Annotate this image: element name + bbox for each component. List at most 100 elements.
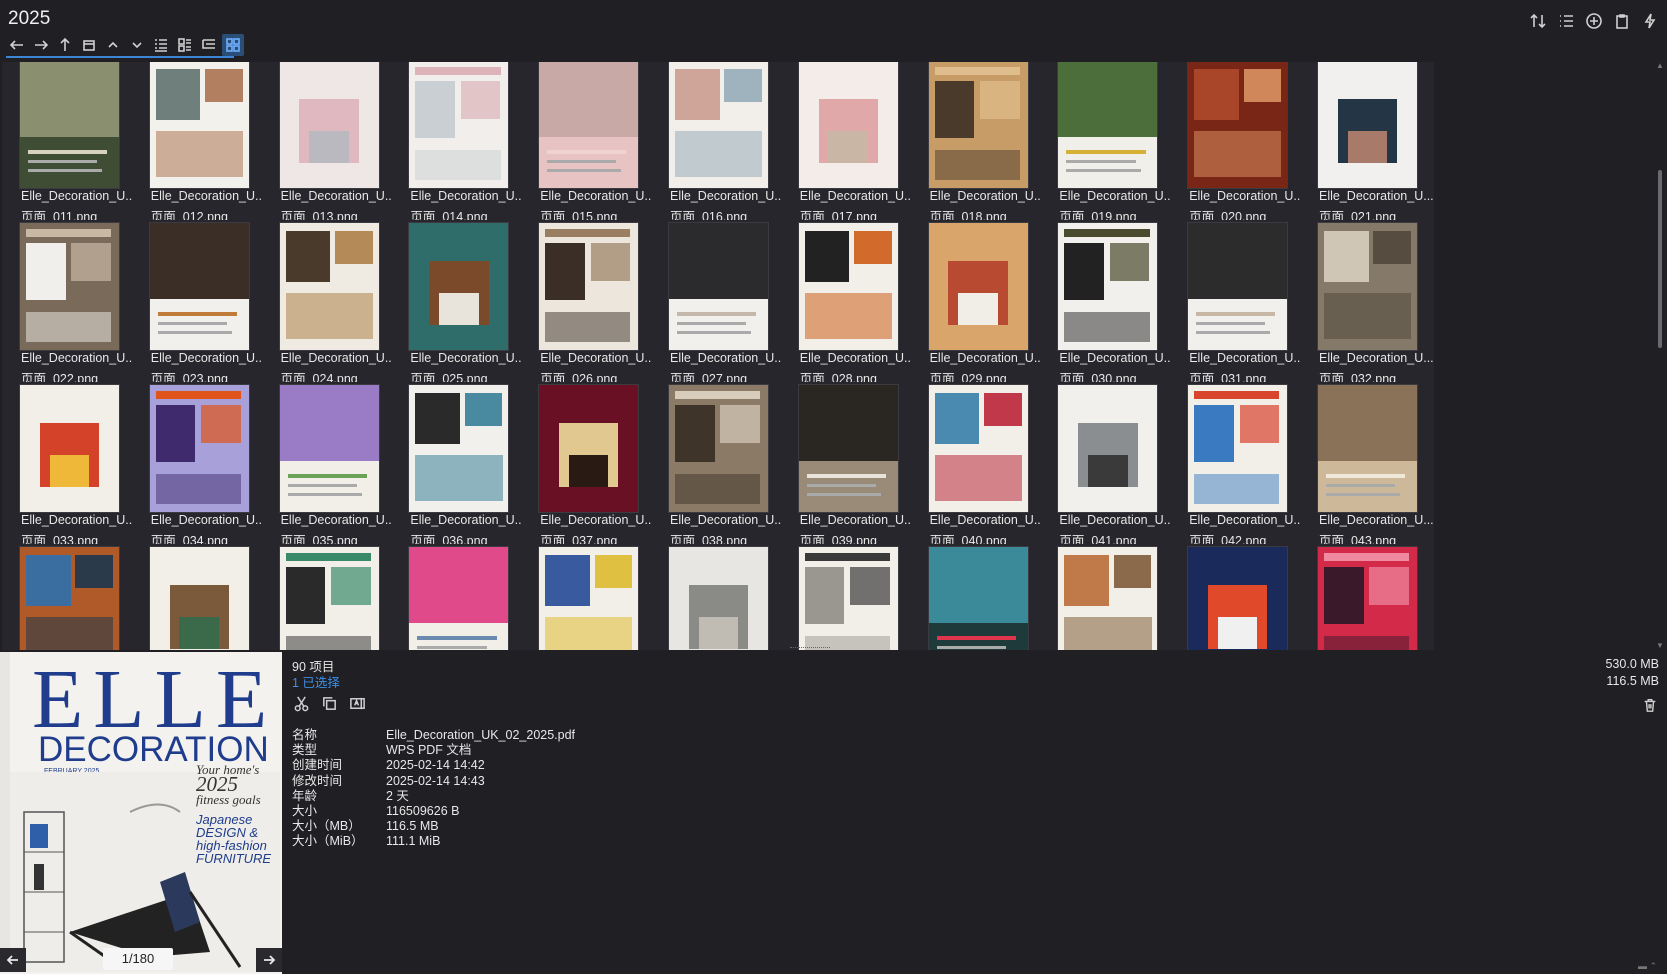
property-row: 修改时间 2025-02-14 14:43 xyxy=(292,774,575,789)
scroll-up-icon[interactable]: ▲ xyxy=(1656,62,1664,70)
file-thumbnail xyxy=(19,384,120,513)
property-label: 修改时间 xyxy=(292,773,343,788)
back-arrow-icon[interactable] xyxy=(6,34,28,56)
file-tile[interactable] xyxy=(1170,544,1305,650)
property-row: 年龄 2 天 xyxy=(292,789,575,804)
property-row: 大小（MiB） 111.1 MiB xyxy=(292,834,575,849)
file-tile[interactable]: Elle_Decoration_U... 页面_031.png xyxy=(1170,220,1305,386)
file-tile[interactable] xyxy=(261,544,396,650)
file-tile[interactable]: Elle_Decoration_U... 页面_015.png xyxy=(521,62,656,224)
file-tile[interactable]: Elle_Decoration_U... 页面_037.png xyxy=(521,382,656,548)
file-tile[interactable]: Elle_Decoration_U... 页面_021.png xyxy=(1300,62,1434,224)
file-tile[interactable]: Elle_Decoration_U... 页面_022.png xyxy=(2,220,136,386)
cut-icon[interactable] xyxy=(290,692,312,714)
file-tile[interactable] xyxy=(1300,544,1434,650)
file-tile[interactable]: Elle_Decoration_U... 页面_012.png xyxy=(131,62,266,224)
file-name: Elle_Decoration_U... xyxy=(1319,513,1434,527)
file-tile[interactable]: Elle_Decoration_U... 页面_041.png xyxy=(1040,382,1175,548)
grid-scrollbar[interactable]: ▲ ▼ xyxy=(1656,62,1664,650)
property-value: 2 天 xyxy=(386,788,409,803)
chevron-up-icon[interactable] xyxy=(102,34,124,56)
grid-view-icon[interactable] xyxy=(222,34,244,56)
file-tile[interactable]: Elle_Decoration_U... 页面_016.png xyxy=(651,62,785,224)
navigation-toolbar xyxy=(6,34,244,56)
file-tile[interactable] xyxy=(521,544,656,650)
file-tile[interactable]: Elle_Decoration_U... 页面_038.png xyxy=(651,382,785,548)
tree-view-icon[interactable] xyxy=(198,34,220,56)
file-tile[interactable]: Elle_Decoration_U... 页面_011.png xyxy=(2,62,136,224)
add-circle-icon[interactable] xyxy=(1583,10,1605,32)
file-tile[interactable] xyxy=(391,544,526,650)
file-tile[interactable] xyxy=(131,544,266,650)
file-thumbnail xyxy=(927,384,1029,513)
file-tile[interactable]: Elle_Decoration_U... 页面_032.png xyxy=(1300,220,1434,386)
file-name: Elle_Decoration_U... xyxy=(1189,189,1304,203)
file-thumbnail xyxy=(1057,62,1159,189)
file-tile[interactable]: Elle_Decoration_U... 页面_013.png xyxy=(261,62,396,224)
file-thumbnail xyxy=(19,546,120,650)
file-preview[interactable]: ELLE DECORATION FEBRUARY 2025 Your home'… xyxy=(0,652,282,974)
scrollbar-thumb[interactable] xyxy=(1658,170,1662,348)
file-tile[interactable]: Elle_Decoration_U... 页面_043.png xyxy=(1300,382,1434,548)
file-tile[interactable]: Elle_Decoration_U... 页面_017.png xyxy=(780,62,915,224)
trash-icon[interactable] xyxy=(1639,694,1661,716)
file-thumbnail xyxy=(668,384,769,513)
list-view-icon[interactable] xyxy=(150,34,172,56)
file-tile[interactable]: Elle_Decoration_U... 页面_020.png xyxy=(1170,62,1305,224)
file-tile[interactable]: Elle_Decoration_U... 页面_014.png xyxy=(391,62,526,224)
info-panel: 90 项目 1 已选择 530.0 MB 116.5 MB 名称 Elle_Dec… xyxy=(282,652,1667,974)
file-tile[interactable] xyxy=(1040,544,1175,650)
scroll-down-icon[interactable]: ▼ xyxy=(1656,642,1664,650)
file-tile[interactable] xyxy=(780,544,915,650)
file-tile[interactable]: Elle_Decoration_U... 页面_033.png xyxy=(2,382,136,548)
file-name: Elle_Decoration_U... xyxy=(280,189,396,203)
file-tile[interactable]: Elle_Decoration_U... 页面_025.png xyxy=(391,220,526,386)
quick-action-icon[interactable] xyxy=(1639,10,1661,32)
list-icon[interactable] xyxy=(1555,10,1577,32)
property-value: 2025-02-14 14:43 xyxy=(386,773,485,788)
copy-icon[interactable] xyxy=(318,692,340,714)
file-thumbnail xyxy=(408,222,510,351)
property-label: 大小 xyxy=(292,804,318,819)
forward-arrow-icon[interactable] xyxy=(30,34,52,56)
file-tile[interactable]: Elle_Decoration_U... 页面_040.png xyxy=(910,382,1045,548)
file-tile[interactable]: Elle_Decoration_U... 页面_034.png xyxy=(131,382,266,548)
detail-view-icon[interactable] xyxy=(174,34,196,56)
file-tile[interactable]: Elle_Decoration_U... 页面_023.png xyxy=(131,220,266,386)
file-tile[interactable]: Elle_Decoration_U... 页面_035.png xyxy=(261,382,396,548)
clipboard-icon[interactable] xyxy=(1611,10,1633,32)
right-toolbar xyxy=(1527,10,1661,32)
file-tile[interactable]: Elle_Decoration_U... 页面_026.png xyxy=(521,220,656,386)
file-name: Elle_Decoration_U... xyxy=(799,351,915,365)
cover-text-block: Your home's 2025 fitness goals Japanese … xyxy=(196,762,282,865)
file-tile[interactable]: Elle_Decoration_U... 页面_018.png xyxy=(910,62,1045,224)
file-tile[interactable]: Elle_Decoration_U... 页面_024.png xyxy=(261,220,396,386)
sort-icon[interactable] xyxy=(1527,10,1549,32)
chevron-down-icon[interactable] xyxy=(126,34,148,56)
up-arrow-icon[interactable] xyxy=(54,34,76,56)
preview-prev-button[interactable] xyxy=(0,948,26,972)
file-thumbnail xyxy=(797,62,899,189)
status-mini: ▬ ⌃ xyxy=(1637,961,1657,971)
file-thumbnail xyxy=(538,62,640,189)
file-tile[interactable]: Elle_Decoration_U... 页面_027.png xyxy=(651,220,785,386)
file-thumbnail xyxy=(1187,546,1289,650)
file-tile[interactable]: Elle_Decoration_U... 页面_028.png xyxy=(780,220,915,386)
property-row: 大小 116509626 B xyxy=(292,804,575,819)
preview-next-button[interactable] xyxy=(256,948,282,972)
file-thumbnail xyxy=(1317,546,1418,650)
window-icon[interactable] xyxy=(78,34,100,56)
file-name: Elle_Decoration_U... xyxy=(1189,513,1304,527)
file-tile[interactable] xyxy=(910,544,1045,650)
selected-count[interactable]: 1 已选择 xyxy=(292,672,340,691)
file-tile[interactable]: Elle_Decoration_U... 页面_042.png xyxy=(1170,382,1305,548)
rename-icon[interactable] xyxy=(346,692,368,714)
property-value: 116.5 MB xyxy=(386,819,439,834)
file-tile[interactable]: Elle_Decoration_U... 页面_019.png xyxy=(1040,62,1175,224)
file-tile[interactable]: Elle_Decoration_U... 页面_030.png xyxy=(1040,220,1175,386)
file-tile[interactable] xyxy=(2,544,136,650)
file-tile[interactable]: Elle_Decoration_U... 页面_039.png xyxy=(780,382,915,548)
file-tile[interactable] xyxy=(651,544,785,650)
file-tile[interactable]: Elle_Decoration_U... 页面_036.png xyxy=(391,382,526,548)
file-tile[interactable]: Elle_Decoration_U... 页面_029.png xyxy=(910,220,1045,386)
